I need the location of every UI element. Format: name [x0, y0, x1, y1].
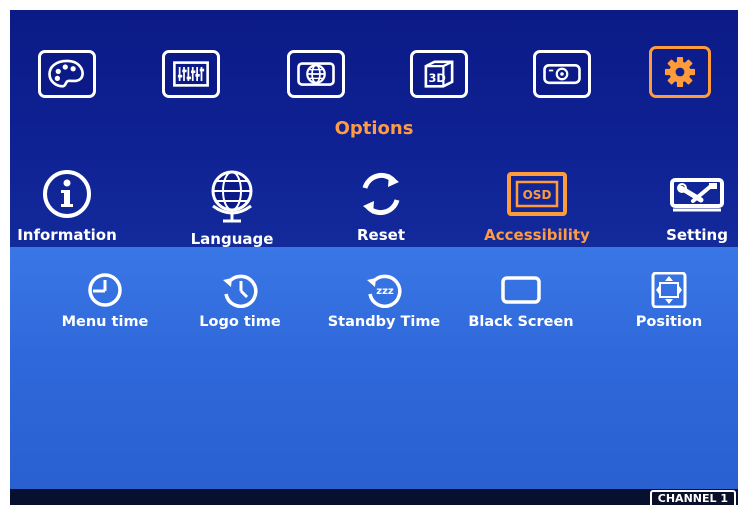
option-label-setting: Setting	[666, 226, 728, 244]
osd-screen: 3D Options Information Language Reset OS…	[10, 10, 738, 505]
option-language[interactable]: Language	[172, 168, 292, 248]
option-information[interactable]: Information	[10, 168, 127, 244]
refresh-icon	[362, 172, 400, 216]
osd-icon: OSD	[507, 172, 567, 216]
submenu-label-black-screen: Black Screen	[468, 314, 574, 330]
tab-palette[interactable]	[38, 50, 96, 98]
option-setting[interactable]: Setting	[637, 168, 738, 244]
screen-icon	[501, 276, 541, 304]
osd-badge-text: OSD	[523, 188, 552, 202]
sleep-glyph-text: zzz	[376, 286, 394, 297]
equalizer-icon	[173, 61, 209, 87]
position-icon	[651, 272, 687, 308]
option-label-accessibility: Accessibility	[484, 226, 590, 244]
status-bar	[10, 489, 738, 505]
palette-icon	[48, 59, 84, 88]
submenu-standby-time[interactable]: zzz Standby Time	[314, 272, 454, 330]
submenu-black-screen[interactable]: Black Screen	[451, 272, 591, 330]
tab-equalizer[interactable]	[162, 50, 220, 98]
clock-icon	[88, 273, 122, 307]
submenu-label-logo-time: Logo time	[199, 314, 281, 330]
globe-stand-icon	[211, 170, 253, 223]
gear-icon	[664, 56, 696, 88]
option-label-language: Language	[190, 230, 274, 248]
sleep-icon: zzz	[367, 274, 402, 308]
info-icon	[43, 170, 91, 218]
tab-projector[interactable]	[533, 50, 591, 98]
submenu-label-position: Position	[635, 314, 703, 330]
option-label-information: Information	[17, 226, 117, 244]
tab-globe[interactable]	[287, 50, 345, 98]
channel-indicator: CHANNEL 1	[649, 490, 736, 505]
tab-3d[interactable]: 3D	[410, 50, 468, 98]
option-reset[interactable]: Reset	[321, 168, 441, 244]
option-accessibility[interactable]: OSD Accessibility	[477, 168, 597, 244]
submenu-label-standby-time: Standby Time	[327, 314, 441, 330]
3d-cube-icon: 3D	[424, 60, 454, 88]
tools-icon	[670, 178, 724, 212]
submenu-position[interactable]: Position	[599, 272, 738, 330]
submenu-menu-time[interactable]: Menu time	[35, 272, 175, 330]
tab-settings[interactable]	[649, 46, 711, 98]
submenu-logo-time[interactable]: Logo time	[170, 272, 310, 330]
option-label-reset: Reset	[357, 226, 405, 244]
svg-text:3D: 3D	[429, 71, 446, 85]
globe-icon	[297, 62, 335, 86]
menu-title: Options	[334, 118, 414, 139]
submenu-label-menu-time: Menu time	[61, 314, 149, 330]
history-clock-icon	[223, 274, 258, 308]
projector-icon	[543, 63, 581, 85]
